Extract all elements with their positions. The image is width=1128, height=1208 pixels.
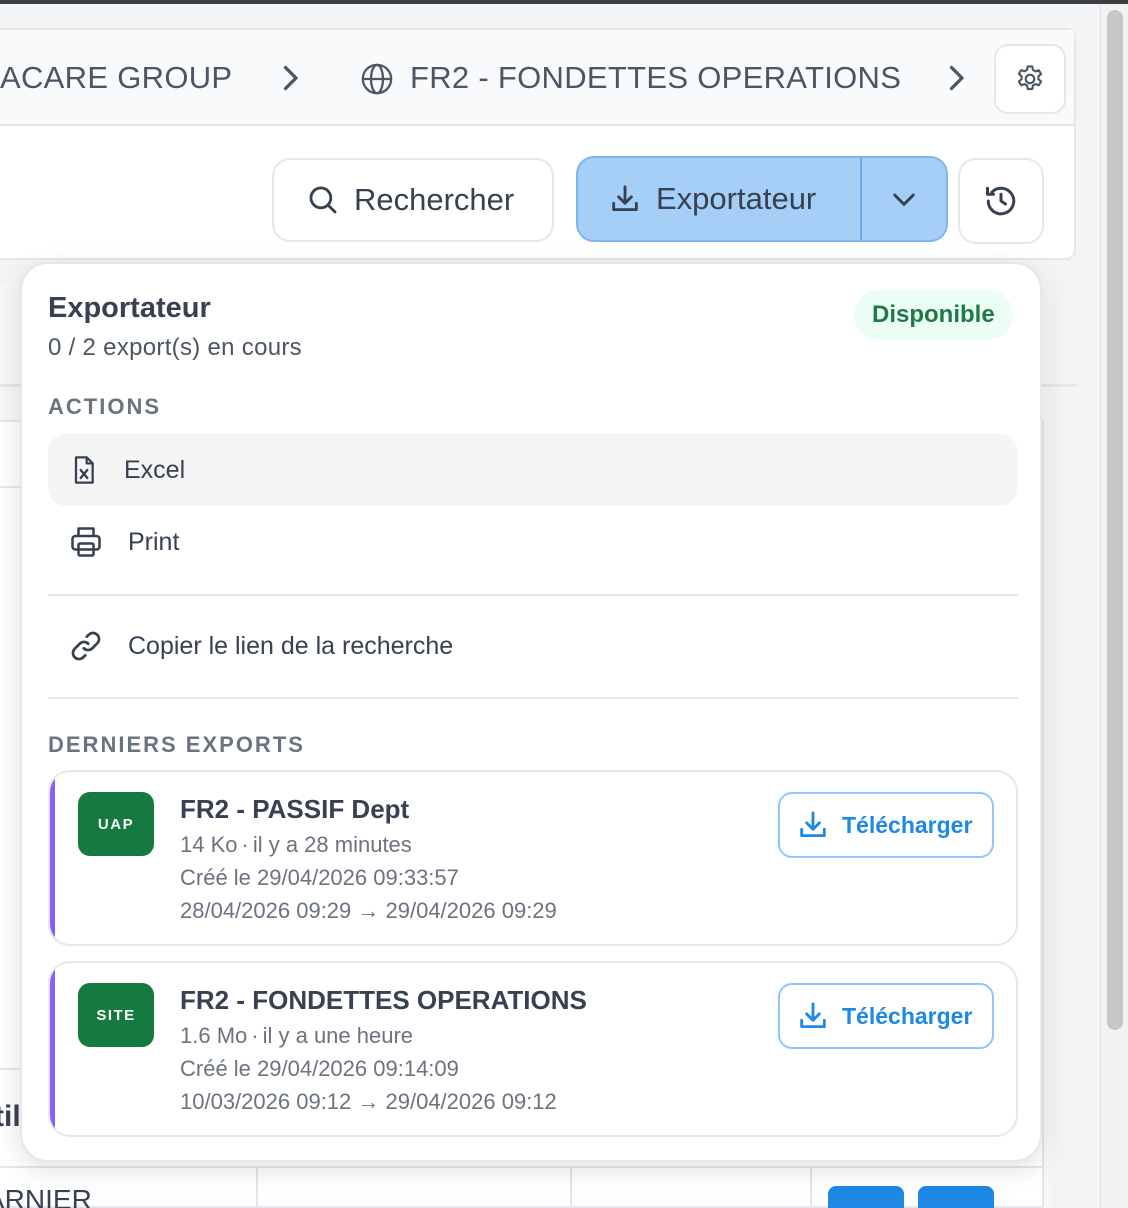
exporter-button[interactable]: Exportateur xyxy=(578,158,862,240)
history-icon xyxy=(986,186,1016,216)
background-col-line xyxy=(570,1166,572,1208)
download-button[interactable]: Télécharger xyxy=(778,983,994,1049)
dropdown-subtitle: 0 / 2 export(s) en cours xyxy=(48,334,302,361)
printer-icon xyxy=(71,527,101,557)
exporter-split-button: Exportateur xyxy=(576,156,948,242)
background-row-line xyxy=(0,1166,1044,1168)
export-size: 14 Ko xyxy=(180,832,238,857)
menu-item-excel[interactable]: Excel xyxy=(48,434,1018,506)
export-card: UAP FR2 - PASSIF Dept 14 Ko · il y a 28 mi… xyxy=(48,770,1018,946)
export-name: FR2 - PASSIF Dept xyxy=(180,794,410,824)
card-accent-bar xyxy=(50,963,55,1135)
scrollbar-thumb[interactable] xyxy=(1107,10,1123,1030)
menu-item-label: Copier le lien de la recherche xyxy=(128,631,454,660)
breadcrumb-item-group[interactable]: ACARE GROUP xyxy=(0,58,232,98)
menu-item-label: Excel xyxy=(124,455,186,484)
download-button[interactable]: Télécharger xyxy=(778,792,994,858)
menu-item-copy-link[interactable]: Copier le lien de la recherche xyxy=(48,610,1018,682)
gear-icon xyxy=(1017,65,1043,91)
chevron-down-icon xyxy=(893,193,915,206)
download-button-label: Télécharger xyxy=(842,811,973,838)
export-date-range: 10/03/2026 09:12 → 29/04/2026 09:12 xyxy=(180,1089,557,1114)
background-col-line xyxy=(810,1166,812,1208)
exporter-dropdown-panel: Exportateur 0 / 2 export(s) en cours Dis… xyxy=(20,262,1042,1162)
chevron-right-icon xyxy=(949,65,964,91)
export-type-badge: SITE xyxy=(78,983,154,1047)
download-icon xyxy=(612,185,638,212)
background-row-line xyxy=(0,486,20,488)
actions-section-title: ACTIONS xyxy=(48,394,161,419)
background-action-button[interactable] xyxy=(918,1186,994,1208)
menu-item-label: Print xyxy=(128,527,180,556)
download-icon xyxy=(800,1002,826,1029)
export-age: il y a 28 minutes xyxy=(252,832,412,857)
meta-separator: · xyxy=(251,1023,259,1048)
export-meta: 1.6 Mo · il y a une heure xyxy=(180,1023,413,1049)
search-button[interactable]: Rechercher xyxy=(272,158,554,242)
background-col-line xyxy=(256,1166,258,1208)
link-icon xyxy=(71,631,101,661)
download-button-label: Télécharger xyxy=(842,1002,973,1029)
history-button[interactable] xyxy=(958,158,1044,244)
menu-divider xyxy=(48,697,1018,699)
export-card: SITE FR2 - FONDETTES OPERATIONS 1.6 Mo · i… xyxy=(48,961,1018,1137)
recent-exports-section-title: DERNIERS EXPORTS xyxy=(48,732,305,757)
search-button-label: Rechercher xyxy=(354,182,515,217)
menu-divider xyxy=(48,594,1018,596)
breadcrumb-item-site[interactable]: FR2 - FONDETTES OPERATIONS xyxy=(410,58,901,98)
export-created-date: Créé le 29/04/2026 09:14:09 xyxy=(180,1056,459,1081)
export-created-date: Créé le 29/04/2026 09:33:57 xyxy=(180,865,459,890)
background-cell-text: ARNIER xyxy=(0,1184,92,1208)
header-card: ACARE GROUP FR2 - FONDETTES OPERATIONS R… xyxy=(0,28,1076,260)
download-icon xyxy=(800,811,826,838)
exporter-dropdown-toggle[interactable] xyxy=(862,158,946,240)
card-accent-bar xyxy=(50,772,55,944)
export-name: FR2 - FONDETTES OPERATIONS xyxy=(180,985,587,1015)
export-age: il y a une heure xyxy=(262,1023,414,1048)
export-size: 1.6 Mo xyxy=(180,1023,248,1048)
excel-file-icon xyxy=(74,456,94,484)
background-cell-text: til xyxy=(0,1100,21,1133)
exporter-button-label: Exportateur xyxy=(656,181,817,216)
chevron-right-icon xyxy=(283,65,298,91)
search-icon xyxy=(309,186,337,214)
breadcrumb: ACARE GROUP FR2 - FONDETTES OPERATIONS xyxy=(0,30,1074,126)
settings-button[interactable] xyxy=(994,44,1066,114)
status-badge: Disponible xyxy=(854,290,1013,340)
export-type-badge: UAP xyxy=(78,792,154,856)
background-action-button[interactable] xyxy=(828,1186,904,1208)
window-top-border xyxy=(0,0,1128,4)
vertical-scrollbar[interactable] xyxy=(1100,4,1128,1208)
dropdown-title: Exportateur xyxy=(48,292,211,324)
export-date-range: 28/04/2026 09:29 → 29/04/2026 09:29 xyxy=(180,898,557,923)
export-meta: 14 Ko · il y a 28 minutes xyxy=(180,832,412,858)
globe-icon xyxy=(361,63,393,95)
meta-separator: · xyxy=(241,832,249,857)
menu-item-print[interactable]: Print xyxy=(48,506,1018,578)
